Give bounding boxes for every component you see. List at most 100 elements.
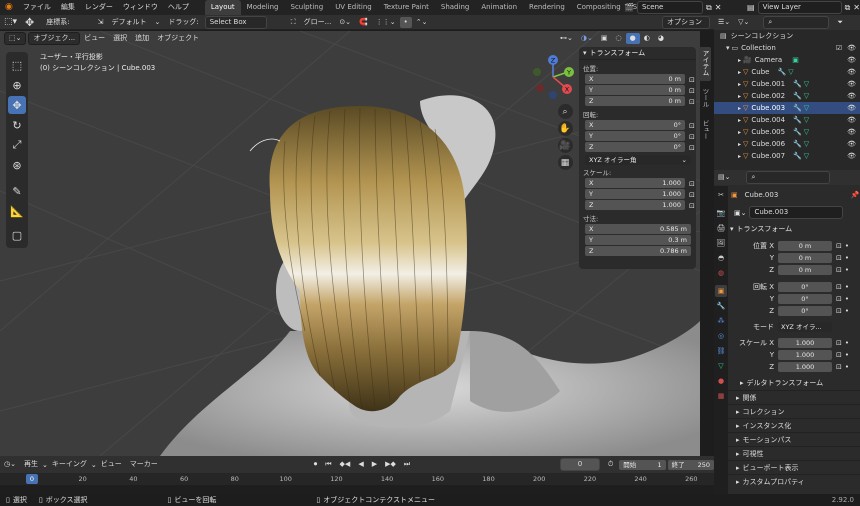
workspace-tab-shading[interactable]: Shading (435, 0, 475, 15)
menu-edit[interactable]: 編集 (56, 0, 80, 15)
scale-y-field[interactable]: Y 1.000 (585, 189, 685, 199)
dimension-y-field[interactable]: Y 0.3 m (585, 235, 691, 245)
move-tool-icon[interactable]: ✥ (8, 96, 26, 114)
collection-row[interactable]: ▾ ▭ Collection ☑ 👁 (714, 42, 860, 54)
new-scene-icon[interactable]: ⧉ (706, 3, 712, 13)
lock-icon[interactable]: ⊡ (689, 191, 695, 199)
section-instancing[interactable]: ▸ インスタンス化 (728, 418, 860, 432)
object-name-field[interactable]: Cube.003 (740, 189, 849, 201)
keyframe-dot-icon[interactable]: • (845, 242, 849, 250)
workspace-tab-uv-editing[interactable]: UV Editing (329, 0, 378, 15)
lock-icon[interactable]: ⊡ (689, 98, 695, 106)
lock-icon[interactable]: ⊡ (836, 295, 842, 303)
scale-tool-icon[interactable]: ⤢ (8, 136, 26, 154)
menu-view[interactable]: ビュー (80, 33, 109, 44)
prop-scale-z-field[interactable]: 1.000 (778, 362, 832, 372)
lock-icon[interactable]: ⊡ (689, 122, 695, 130)
location-z-field[interactable]: Z 0 m (585, 96, 685, 106)
editor-type-dropdown[interactable]: ⬚⌄ (4, 32, 27, 45)
view-layer-selector[interactable]: ▤ View Layer ⧉ ✕ (747, 1, 860, 14)
eye-icon[interactable]: 👁 (847, 56, 856, 64)
prev-keyframe-icon[interactable]: ◆◀ (336, 459, 355, 470)
lock-icon[interactable]: ⊡ (689, 144, 695, 152)
overlay-icon[interactable]: ◑⌄ (577, 33, 597, 44)
annotate-tool-icon[interactable]: ✎ (8, 182, 26, 200)
wireframe-shading-icon[interactable]: ◌ (611, 33, 625, 44)
clock-icon[interactable]: ◷⌄ (0, 459, 20, 470)
snap-icon[interactable]: 🧲 (355, 17, 372, 28)
menu-select[interactable]: 選択 (109, 33, 131, 44)
outliner-root[interactable]: ▤ シーンコレクション (714, 30, 860, 42)
record-icon[interactable]: ⏺ (310, 459, 322, 470)
xray-icon[interactable]: ▣ (597, 33, 612, 44)
rotation-mode-dropdown[interactable]: XYZ オイラー角 ⌄ (585, 155, 691, 165)
prop-rotation-z-field[interactable]: 0° (778, 306, 832, 316)
funnel-icon[interactable]: ⏷ (833, 17, 847, 28)
rendered-shading-icon[interactable]: ◕ (654, 33, 668, 44)
section-motion-paths[interactable]: ▸ モーションパス (728, 432, 860, 446)
eye-icon[interactable]: 👁 (847, 44, 856, 52)
prop-scale-x-field[interactable]: 1.000 (778, 338, 832, 348)
snap-increment-icon[interactable]: ⋮⋮⌄ (372, 17, 400, 28)
transform-orientation-icon[interactable]: ⛶ (287, 17, 300, 28)
properties-editor-icon[interactable]: ▤⌄ (714, 172, 734, 183)
keyframe-dot-icon[interactable]: • (845, 266, 849, 274)
mode-dropdown[interactable]: オブジェク... (28, 32, 81, 45)
keyframe-dot-icon[interactable]: • (845, 307, 849, 315)
proportional-edit-icon[interactable]: • (399, 16, 412, 28)
keying-menu[interactable]: キーイング (48, 459, 91, 470)
lock-icon[interactable]: ⊡ (689, 202, 695, 210)
eye-icon[interactable]: 👁 (847, 152, 856, 160)
keyframe-dot-icon[interactable]: • (845, 283, 849, 291)
outliner-item-cube-006[interactable]: ▸ ▽ Cube.006 🔧 ▽ 👁 (714, 138, 860, 150)
properties-search-input[interactable]: ⌕ (746, 171, 831, 184)
prop-location-z-field[interactable]: 0 m (778, 265, 832, 275)
rotation-y-field[interactable]: Y 0° (585, 131, 685, 141)
add-cube-tool-icon[interactable]: ▢ (8, 226, 26, 244)
lock-icon[interactable]: ⊡ (836, 266, 842, 274)
physics-properties-icon[interactable]: ◎ (715, 330, 727, 342)
keyframe-dot-icon[interactable]: • (845, 295, 849, 303)
start-frame-field[interactable]: 開始 1 (619, 459, 666, 470)
scene-selector[interactable]: 🎬 Scene ⧉ ✕ (624, 1, 721, 14)
workspace-tab-animation[interactable]: Animation (475, 0, 523, 15)
drag-dropdown[interactable]: Select Box (204, 15, 267, 29)
frame-ruler[interactable]: 0 20 40 60 80 100 120 140 160 180 200 220 240 260 (0, 473, 714, 485)
menu-render[interactable]: レンダー (80, 0, 118, 15)
menu-object[interactable]: オブジェクト (153, 33, 203, 44)
stopwatch-icon[interactable]: ⏱ (604, 459, 617, 470)
prop-rotation-y-field[interactable]: 0° (778, 294, 832, 304)
select-box-tool-icon[interactable]: ⬚ (8, 56, 26, 74)
transform-section-header[interactable]: ▾ トランスフォーム (730, 222, 860, 236)
outliner-item-cube-005[interactable]: ▸ ▽ Cube.005 🔧 ▽ 👁 (714, 126, 860, 138)
zoom-icon[interactable]: ⌕ (557, 104, 573, 119)
prop-location-y-field[interactable]: 0 m (778, 253, 832, 263)
location-x-field[interactable]: X 0 m (585, 74, 685, 84)
scene-properties-icon[interactable]: ◓ (715, 252, 727, 264)
orientation-global-dropdown[interactable]: グロー... (300, 17, 336, 28)
outliner-item-cube[interactable]: ▸ ▽ Cube 🔧 ▽ 👁 (714, 66, 860, 78)
editor-type-icon[interactable]: ⬚▾ (0, 17, 21, 28)
particle-properties-icon[interactable]: ⁂ (715, 315, 727, 327)
outliner-item-cube-003[interactable]: ▸ ▽ Cube.003 🔧 ▽ 👁 (714, 102, 860, 114)
workspace-tab-compositing[interactable]: Compositing (571, 0, 627, 15)
lock-icon[interactable]: ⊡ (836, 254, 842, 262)
menu-file[interactable]: ファイル (18, 0, 56, 15)
playback-menu[interactable]: 再生 (20, 459, 42, 470)
tab-view[interactable]: ビュー (699, 117, 711, 145)
play-icon[interactable]: ▶ (368, 459, 381, 470)
delta-transform-header[interactable]: ▸ デルタトランスフォーム (740, 376, 860, 390)
current-frame-field[interactable]: 0 (560, 458, 600, 471)
eye-icon[interactable]: 👁 (847, 104, 856, 112)
blender-logo-icon[interactable]: ◉ (0, 0, 18, 15)
proportional-falloff-icon[interactable]: ⌃⌄ (412, 17, 432, 28)
lock-icon[interactable]: ⊡ (836, 351, 842, 359)
camera-view-icon[interactable]: 🎥 (557, 138, 573, 153)
workspace-tab-modeling[interactable]: Modeling (241, 0, 285, 15)
rotation-x-field[interactable]: X 0° (585, 120, 685, 130)
filter-icon[interactable]: ▽⌄ (734, 17, 753, 28)
prop-location-x-field[interactable]: 0 m (778, 241, 832, 251)
keyframe-dot-icon[interactable]: • (845, 339, 849, 347)
orientation-dropdown[interactable]: デフォルト (107, 17, 150, 28)
eye-icon[interactable]: 👁 (847, 68, 856, 76)
